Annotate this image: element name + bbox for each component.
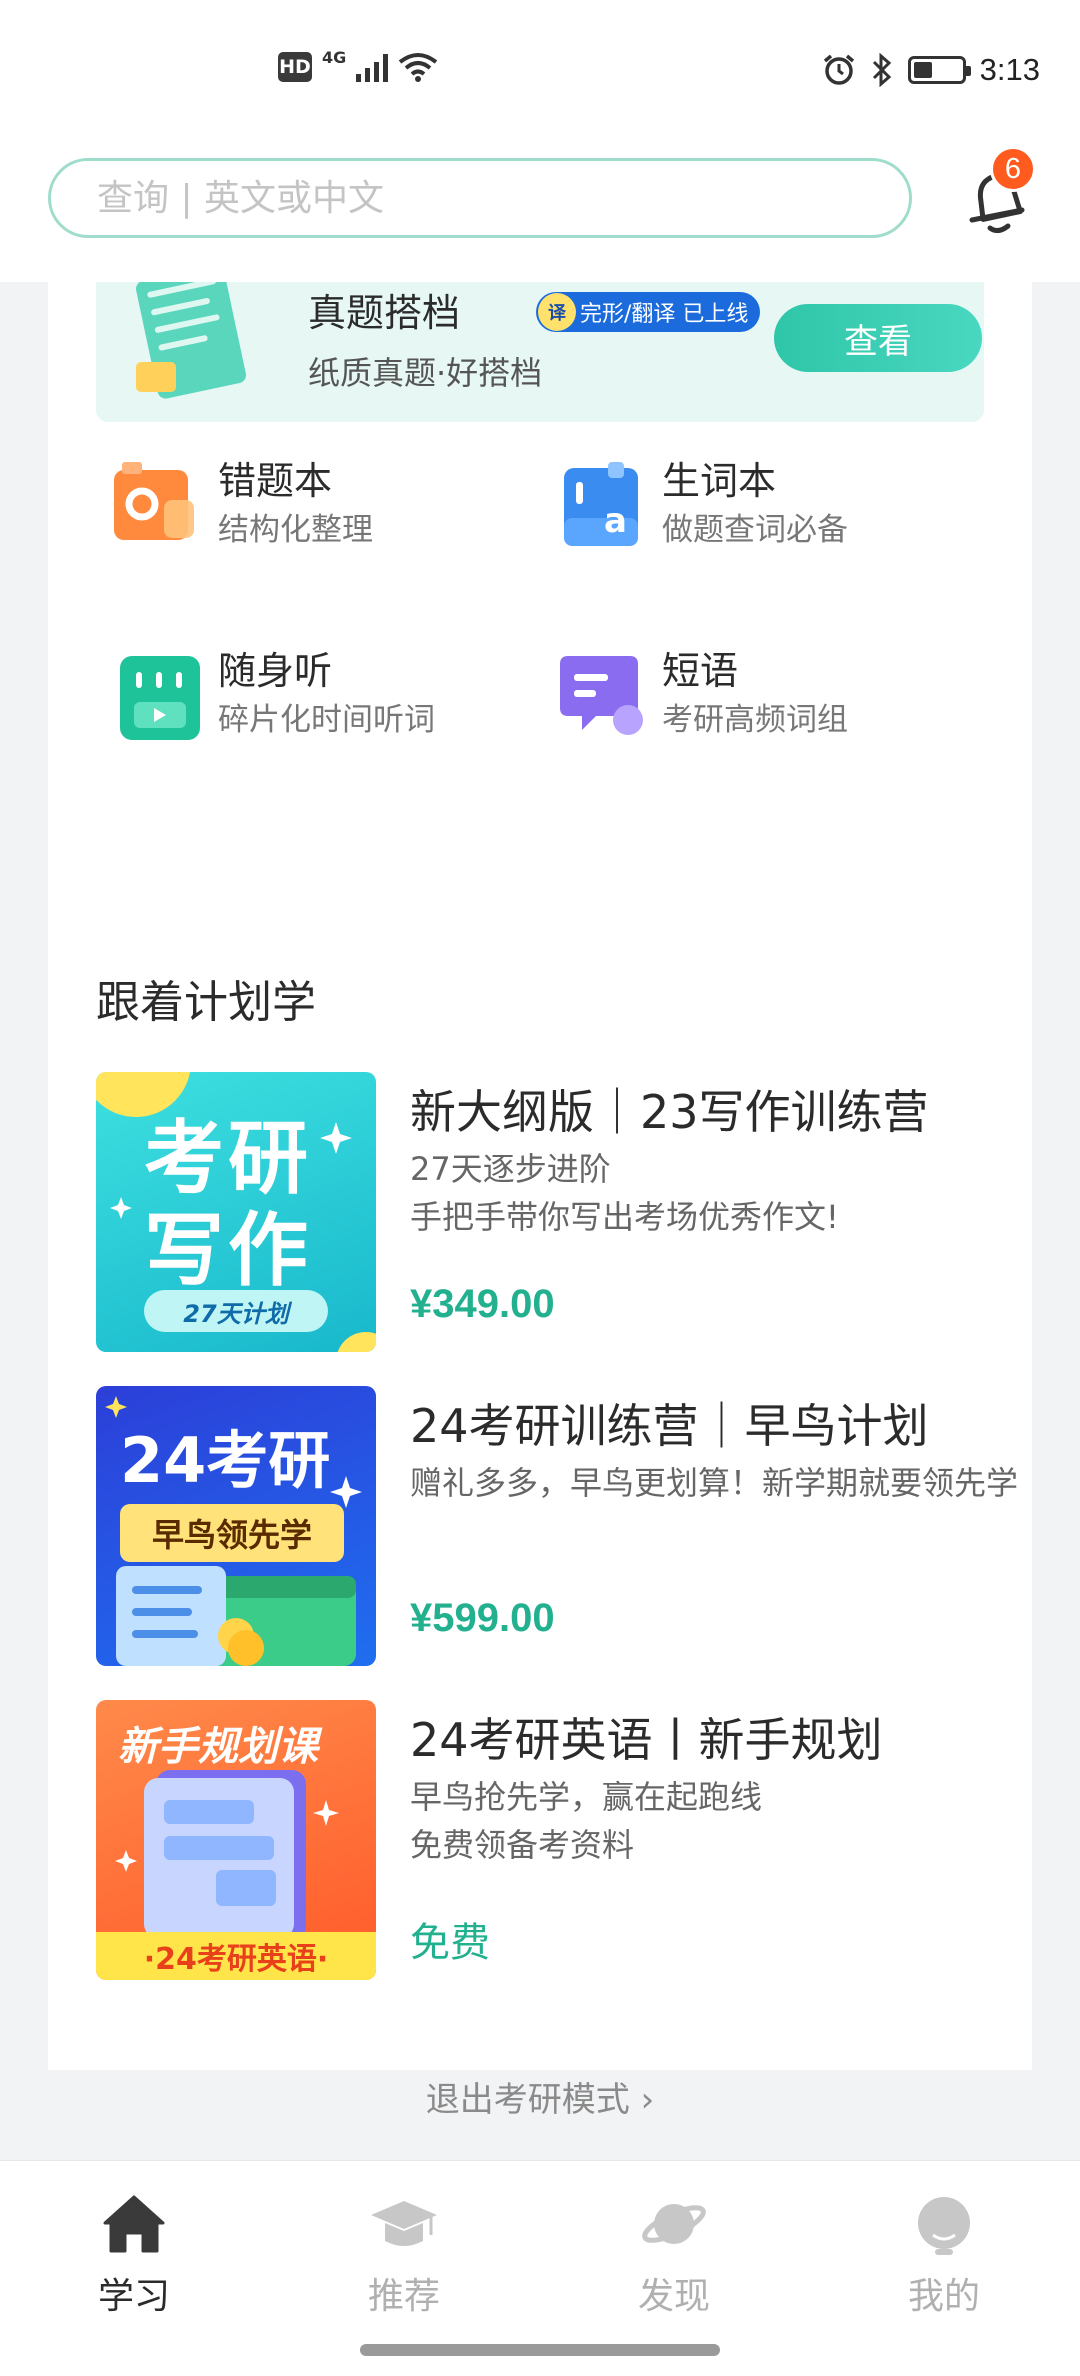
course-title: 24考研英语丨新手规划 <box>410 1713 883 1767</box>
tab-label: 我的 <box>907 2276 980 2317</box>
tool-title: 短语 <box>662 649 739 693</box>
course-title: 24考研训练营｜早鸟计划 <box>410 1399 929 1453</box>
phrase-icon <box>560 656 643 735</box>
graduation-cap-icon <box>371 2201 437 2246</box>
course-thumbnail: 考研 写作 27天计划 <box>96 1072 376 1352</box>
network-type: 4G <box>322 47 347 67</box>
tool-vocab-book[interactable]: a 生词本 做题查词必备 <box>550 450 970 570</box>
tab-recommend[interactable]: 推荐 <box>314 2189 494 2339</box>
wrong-book-icon <box>114 462 194 540</box>
home-indicator[interactable] <box>360 2344 720 2356</box>
course-desc: 赠礼多多，早鸟更划算！新学期就要领先学 <box>410 1464 1019 1502</box>
search-header <box>0 140 1080 282</box>
course-thumbnail: 新手规划课 ·24考研英语· <box>96 1700 376 1980</box>
thumb-badge: 早鸟领先学 <box>120 1504 344 1562</box>
banner-title: 真题搭档 <box>308 291 461 335</box>
tool-subtitle: 结构化整理 <box>218 512 373 548</box>
signal-icon <box>356 52 389 82</box>
thumb-line2: 写作 <box>144 1204 312 1297</box>
tab-discover[interactable]: 发现 <box>584 2189 764 2339</box>
thumb-badge: 27天计划 <box>144 1290 328 1332</box>
tool-listen[interactable]: 随身听 碎片化时间听词 <box>106 640 526 760</box>
tool-phrase[interactable]: 短语 考研高频词组 <box>550 640 970 760</box>
exam-partner-banner[interactable]: 真题搭档 译 完形/翻译 已上线 纸质真题·好搭档 查看 <box>96 282 984 422</box>
listen-icon <box>120 656 200 740</box>
tab-label: 发现 <box>637 2276 710 2317</box>
course-thumbnail: 24考研 早鸟领先学 <box>96 1386 376 1666</box>
search-bar[interactable] <box>48 158 912 238</box>
status-left: HD 4G <box>278 48 438 82</box>
course-price: 免费 <box>410 1920 490 1966</box>
tool-title: 随身听 <box>218 649 333 693</box>
thumb-line1: 新手规划课 <box>118 1724 318 1770</box>
search-input[interactable] <box>97 177 909 219</box>
notification-badge: 6 <box>990 146 1036 192</box>
status-right: 3:13 <box>822 52 1040 88</box>
home-icon <box>103 2195 165 2253</box>
translate-icon: 译 <box>538 293 576 331</box>
wifi-icon <box>399 53 438 82</box>
thumb-line1: 24考研 <box>120 1424 331 1497</box>
course-item[interactable]: 新手规划课 ·24考研英语· 24考研英语丨新手规划 早鸟抢先学，赢在起跑线 免… <box>96 1700 1032 1980</box>
battery-icon <box>907 56 971 84</box>
banner-tag: 译 完形/翻译 已上线 <box>536 292 761 332</box>
exam-paper-icon <box>135 282 247 399</box>
tool-wrong-book[interactable]: 错题本 结构化整理 <box>106 450 526 570</box>
tab-profile[interactable]: 我的 <box>854 2189 1034 2339</box>
tool-title: 生词本 <box>662 459 777 503</box>
course-desc: 手把手带你写出考场优秀作文! <box>410 1198 839 1236</box>
profile-icon <box>918 2197 970 2255</box>
course-item[interactable]: 24考研 早鸟领先学 24考研训练营｜早鸟计划 赠礼多多，早鸟更划算！新学期就要… <box>96 1386 1032 1666</box>
svg-text:a: a <box>604 501 627 541</box>
exit-exam-mode-link[interactable]: 退出考研模式 › <box>0 2072 1080 2121</box>
tool-title: 错题本 <box>218 459 333 503</box>
tab-label: 学习 <box>97 2276 170 2317</box>
course-price: ¥349.00 <box>410 1282 555 1326</box>
tool-subtitle: 考研高频词组 <box>662 702 848 738</box>
course-item[interactable]: 考研 写作 27天计划 新大纲版｜23写作训练营 27天逐步进阶 手把手带你写出… <box>96 1072 1032 1352</box>
banner-subtitle: 纸质真题·好搭档 <box>308 354 543 392</box>
course-price: ¥599.00 <box>410 1596 555 1640</box>
banner-tag-label: 完形/翻译 已上线 <box>580 302 749 327</box>
course-desc: 早鸟抢先学，赢在起跑线 <box>410 1778 763 1816</box>
tab-label: 推荐 <box>367 2276 440 2317</box>
study-card: 真题搭档 译 完形/翻译 已上线 纸质真题·好搭档 查看 错题本 结构化整理 a… <box>48 282 1032 2070</box>
vocab-book-icon: a <box>564 462 638 546</box>
course-desc: 27天逐步进阶 <box>410 1150 611 1188</box>
alarm-icon <box>823 54 854 85</box>
tool-subtitle: 碎片化时间听词 <box>218 702 435 738</box>
course-desc: 免费领备考资料 <box>410 1826 635 1864</box>
bluetooth-icon <box>872 53 891 87</box>
thumb-badge: ·24考研英语· <box>143 1942 329 1977</box>
view-button[interactable]: 查看 <box>774 304 982 372</box>
tool-subtitle: 做题查词必备 <box>662 512 848 548</box>
plan-section-title: 跟着计划学 <box>96 977 316 1028</box>
hd-icon: HD <box>278 52 312 82</box>
tab-study[interactable]: 学习 <box>44 2189 224 2339</box>
planet-icon <box>642 2204 706 2244</box>
status-bar: HD 4G 3:13 <box>0 0 1080 140</box>
status-time: 3:13 <box>979 52 1040 87</box>
course-title: 新大纲版｜23写作训练营 <box>410 1085 929 1139</box>
